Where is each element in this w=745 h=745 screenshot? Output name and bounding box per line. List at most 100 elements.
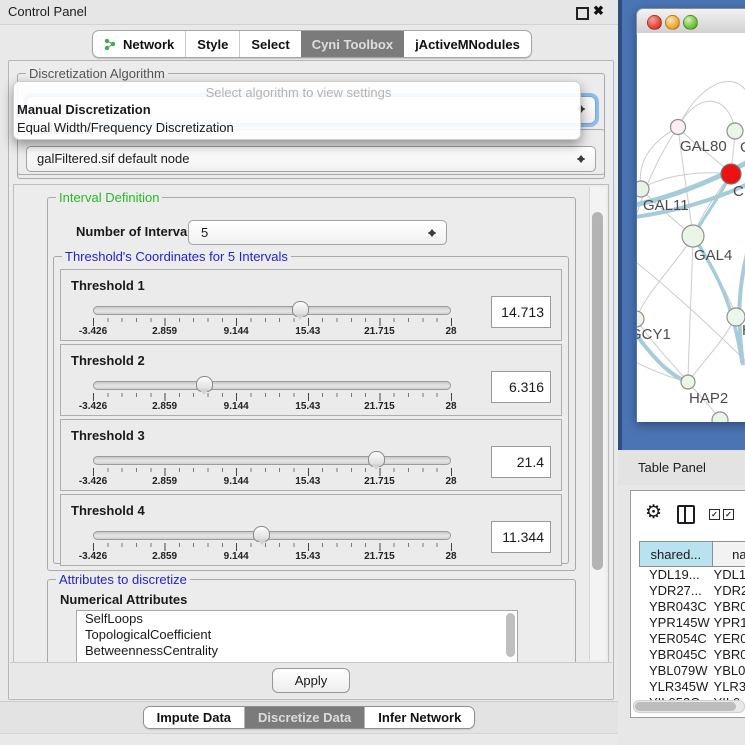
group-title: Attributes to discretize xyxy=(56,572,190,587)
threshold-4-slider[interactable]: -3.426 2.859 9.144 15.43 21.715 28 xyxy=(93,531,451,563)
slider-thumb[interactable] xyxy=(253,526,270,542)
table-row[interactable]: YLR345W YLR3 xyxy=(639,679,745,695)
threshold-1-slider[interactable]: -3.426 2.859 9.144 15.43 21.715 28 xyxy=(93,306,451,338)
list-item[interactable]: BetweennessCentrality xyxy=(77,643,517,659)
list-item[interactable]: SelfLoops xyxy=(77,611,517,627)
slider-track[interactable] xyxy=(93,381,451,390)
horizontal-scrollbar[interactable] xyxy=(633,700,745,713)
table-row[interactable]: YBL079W YBL0 xyxy=(639,663,745,679)
slider-track[interactable] xyxy=(93,531,451,540)
slider-ticks xyxy=(93,393,451,401)
scrollbar-thumb[interactable] xyxy=(635,702,736,711)
column-header-name[interactable]: na xyxy=(713,541,745,567)
list-scrollbar[interactable] xyxy=(506,613,515,657)
bottom-tabbar: Impute Data Discretize Data Infer Networ… xyxy=(0,701,618,734)
table-row[interactable]: YER054C YER0 xyxy=(639,631,745,647)
columns-icon[interactable] xyxy=(677,505,695,524)
node-g[interactable] xyxy=(727,123,743,139)
numerical-attributes-list[interactable]: SelfLoops TopologicalCoefficient Between… xyxy=(76,610,518,663)
float-window-icon[interactable] xyxy=(576,7,589,20)
threshold-3-slider[interactable]: -3.426 2.859 9.144 15.43 21.715 28 xyxy=(93,456,451,488)
gear-icon[interactable]: ⚙ xyxy=(645,501,662,524)
slider-tick-labels: -3.426 2.859 9.144 15.43 21.715 28 xyxy=(93,326,451,338)
table-data-combobox[interactable]: galFiltered.sif default node xyxy=(26,146,596,172)
tick-label: -3.426 xyxy=(79,551,107,562)
cell-shared-name[interactable]: YER054C xyxy=(639,631,714,647)
cell-shared-name[interactable]: YBL079W xyxy=(639,663,714,679)
slider-track[interactable] xyxy=(93,456,451,465)
cell-shared-name[interactable]: YBR045C xyxy=(639,647,714,663)
node-hap2[interactable] xyxy=(681,375,695,389)
tab-label: Style xyxy=(197,37,228,52)
apply-button[interactable]: Apply xyxy=(272,668,350,693)
vertical-scrollbar[interactable] xyxy=(589,187,606,660)
scrollbar-thumb[interactable] xyxy=(592,212,603,570)
cell-name[interactable]: YPR1 xyxy=(714,615,745,631)
cell-shared-name[interactable]: YDR27... xyxy=(639,583,714,599)
close-icon[interactable]: ✖ xyxy=(593,3,604,19)
list-item[interactable]: TopologicalCoefficient xyxy=(77,627,517,643)
node-gal11[interactable] xyxy=(637,181,649,197)
column-header-shared-name[interactable]: shared... xyxy=(639,541,713,567)
slider-ticks xyxy=(93,468,451,476)
checkbox-icon[interactable]: ✓ xyxy=(709,509,720,520)
network-window-titlebar[interactable] xyxy=(636,8,745,35)
cell-name[interactable]: YDL1 xyxy=(714,567,745,583)
cell-name[interactable]: YLR3 xyxy=(714,679,745,695)
tab-cyni-toolbox[interactable]: Cyni Toolbox xyxy=(301,31,404,57)
threshold-1-value-field[interactable]: 14.713 xyxy=(491,296,551,328)
node-gcy1[interactable] xyxy=(637,311,644,327)
threshold-2-slider[interactable]: -3.426 2.859 9.144 15.43 21.715 28 xyxy=(93,381,451,413)
tick-label: -3.426 xyxy=(79,326,107,337)
network-canvas[interactable]: GAL80 G C GAL11 GAL4 GCY1 H HAP2 xyxy=(637,33,745,422)
cell-shared-name[interactable]: YBR043C xyxy=(639,599,714,615)
node-gal80[interactable] xyxy=(671,120,686,135)
tab-style[interactable]: Style xyxy=(185,31,239,57)
table-row[interactable]: YPR145W YPR1 xyxy=(639,615,745,631)
node-gal4[interactable] xyxy=(682,225,704,247)
number-of-intervals-combobox[interactable]: 5 xyxy=(188,220,447,245)
threshold-4-value-field[interactable]: 11.344 xyxy=(491,521,551,553)
control-panel: Control Panel ✖ Network Style Select xyxy=(0,0,618,745)
tick-label: 9.144 xyxy=(224,476,249,487)
slider-track[interactable] xyxy=(93,306,451,315)
tab-impute-data[interactable]: Impute Data xyxy=(144,707,244,728)
dropdown-item-placeholder[interactable]: Select algorithm to view settings xyxy=(14,82,580,101)
cell-name[interactable]: YBR0 xyxy=(714,647,745,663)
checkbox-icon[interactable]: ✓ xyxy=(723,509,734,520)
cell-name[interactable]: YER0 xyxy=(714,631,745,647)
cell-name[interactable]: YBR0 xyxy=(714,599,745,615)
tab-discretize-data[interactable]: Discretize Data xyxy=(244,707,364,728)
table-row[interactable]: YBR043C YBR0 xyxy=(639,599,745,615)
tab-jactivemnodules[interactable]: jActiveMNodules xyxy=(404,31,531,57)
slider-thumb[interactable] xyxy=(292,301,309,317)
network-view-window[interactable]: GAL80 G C GAL11 GAL4 GCY1 H HAP2 xyxy=(636,8,745,422)
minimize-traffic-light-icon[interactable] xyxy=(665,15,680,30)
tab-infer-network[interactable]: Infer Network xyxy=(364,707,474,728)
zoom-traffic-light-icon[interactable] xyxy=(683,15,698,30)
network-nodes[interactable] xyxy=(637,120,745,423)
node-selected-red[interactable] xyxy=(721,164,741,184)
node-label: GAL4 xyxy=(694,247,732,264)
dropdown-item-equal-width-frequency[interactable]: Equal Width/Frequency Discretization xyxy=(14,119,580,137)
cell-name[interactable]: YBL0 xyxy=(714,663,745,679)
table-row[interactable]: YBR045C YBR0 xyxy=(639,647,745,663)
cell-shared-name[interactable]: YDL19... xyxy=(639,567,714,583)
cell-name[interactable]: YDR2 xyxy=(714,583,745,599)
cell-shared-name[interactable]: YLR345W xyxy=(639,679,714,695)
slider-thumb[interactable] xyxy=(196,376,213,392)
close-traffic-light-icon[interactable] xyxy=(647,15,662,30)
tab-network[interactable]: Network xyxy=(93,31,185,57)
dropdown-item-manual-discretization[interactable]: Manual Discretization xyxy=(14,101,580,119)
threshold-3-value-field[interactable]: 21.4 xyxy=(491,446,551,478)
tab-select[interactable]: Select xyxy=(239,31,300,57)
tab-label: jActiveMNodules xyxy=(415,37,520,52)
slider-thumb[interactable] xyxy=(368,451,385,467)
threshold-2-value-field[interactable]: 6.316 xyxy=(491,371,551,403)
table-row[interactable]: YDR27... YDR2 xyxy=(639,583,745,599)
threshold-4-panel: Threshold 4 -3.426 2.859 9.144 15.43 xyxy=(60,494,562,566)
node-label: C xyxy=(733,183,744,200)
node-partial[interactable] xyxy=(712,412,728,422)
table-row[interactable]: YDL19... YDL1 xyxy=(639,567,745,583)
cell-shared-name[interactable]: YPR145W xyxy=(639,615,714,631)
